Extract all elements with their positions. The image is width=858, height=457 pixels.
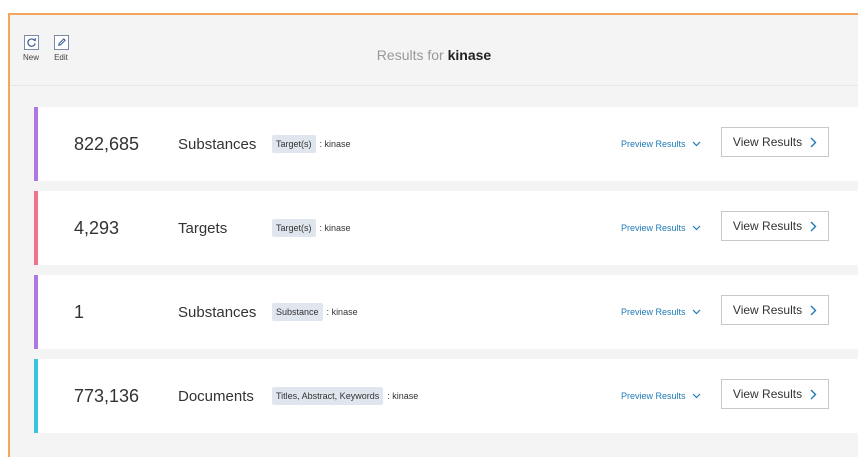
field-chip: Target(s) [272, 135, 316, 153]
view-results-button[interactable]: View Results [721, 295, 829, 325]
view-results-button[interactable]: View Results [721, 211, 829, 241]
category-color-bar [34, 275, 38, 349]
query-term: kinase [392, 391, 419, 401]
view-results-label: View Results [732, 135, 803, 149]
query-term: kinase [324, 223, 351, 233]
preview-label: Preview Results [621, 391, 686, 401]
page-title: Results for kinase [10, 47, 858, 63]
preview-label: Preview Results [621, 223, 686, 233]
chevron-right-icon [810, 305, 817, 315]
field-chip: Titles, Abstract, Keywords [272, 387, 384, 405]
chevron-down-icon [692, 309, 700, 315]
query-term: kinase [324, 139, 351, 149]
result-type: Documents [178, 387, 254, 405]
category-color-bar [34, 359, 38, 433]
field-separator: : [387, 391, 390, 401]
query-term: kinase [331, 307, 358, 317]
result-type: Targets [178, 219, 228, 237]
field-chip: Target(s) [272, 219, 316, 237]
title-prefix: Results for [376, 47, 444, 63]
view-results-label: View Results [732, 387, 803, 401]
query-summary: Substance : kinase [272, 275, 358, 349]
result-card: 822,685 Substances Target(s) : kinase Pr… [34, 107, 858, 181]
field-separator: : [319, 139, 323, 149]
view-results-label: View Results [732, 303, 803, 317]
result-type: Substances [178, 135, 257, 153]
preview-results-link[interactable]: Preview Results [621, 107, 701, 181]
field-separator: : [319, 223, 323, 233]
result-count: 822,685 [74, 133, 140, 154]
category-color-bar [34, 107, 38, 181]
field-separator: : [326, 307, 330, 317]
result-type: Substances [178, 303, 257, 321]
chevron-right-icon [810, 137, 817, 147]
preview-results-link[interactable]: Preview Results [621, 275, 701, 349]
view-results-button[interactable]: View Results [721, 127, 829, 157]
view-results-label: View Results [732, 219, 803, 233]
view-results-button[interactable]: View Results [721, 379, 829, 409]
preview-label: Preview Results [621, 139, 686, 149]
chevron-down-icon [692, 141, 700, 147]
chevron-down-icon [692, 393, 700, 399]
results-header: New Edit Results for kinase [10, 15, 858, 86]
result-count: 773,136 [74, 385, 140, 406]
field-chip: Substance [272, 303, 323, 321]
result-count: 4,293 [74, 217, 120, 238]
chevron-right-icon [810, 389, 817, 399]
title-query: kinase [447, 47, 492, 63]
result-card: 4,293 Targets Target(s) : kinase Preview… [34, 191, 858, 265]
category-color-bar [34, 191, 38, 265]
query-summary: Target(s) : kinase [272, 191, 351, 265]
result-card: 1 Substances Substance : kinase Preview … [34, 275, 858, 349]
chevron-down-icon [692, 225, 700, 231]
result-card: 773,136 Documents Titles, Abstract, Keyw… [34, 359, 858, 433]
query-summary: Target(s) : kinase [272, 107, 351, 181]
chevron-right-icon [810, 221, 817, 231]
result-count: 1 [74, 301, 85, 322]
results-panel: New Edit Results for kinase 822,685 Subs… [8, 13, 858, 457]
preview-label: Preview Results [621, 307, 686, 317]
results-list: 822,685 Substances Target(s) : kinase Pr… [34, 107, 858, 443]
query-summary: Titles, Abstract, Keywords : kinase [272, 359, 418, 433]
preview-results-link[interactable]: Preview Results [621, 191, 701, 265]
preview-results-link[interactable]: Preview Results [621, 359, 701, 433]
